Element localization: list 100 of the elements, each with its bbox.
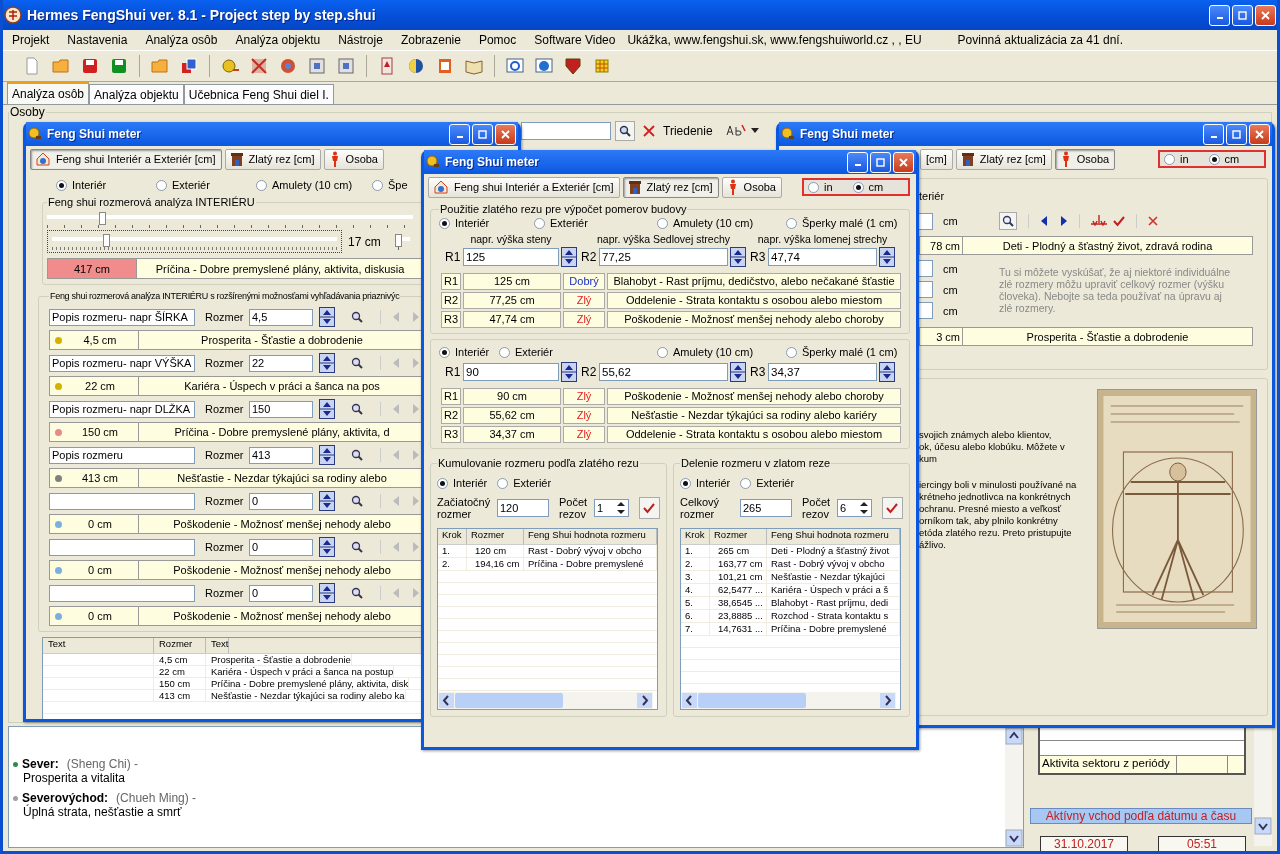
radio-dot[interactable] (657, 346, 668, 358)
radio-button[interactable]: Interiér (439, 217, 534, 229)
menu-item[interactable]: Nastavenia (60, 33, 135, 47)
radio-button[interactable]: Exteriér (156, 179, 256, 191)
close-button[interactable] (1249, 123, 1270, 145)
radio-button[interactable]: Interiér (437, 477, 488, 489)
scrollbar[interactable] (438, 692, 653, 709)
size-field[interactable]: 0 (249, 492, 313, 510)
spinner-button[interactable] (319, 353, 335, 373)
search-icon[interactable] (351, 403, 363, 415)
menu-item[interactable]: Zobrazenie (393, 33, 468, 47)
radio-dot[interactable] (786, 217, 797, 229)
menu-item[interactable]: Nástroje (331, 33, 390, 47)
description-field[interactable] (49, 584, 195, 602)
menu-item[interactable]: Analýza osôb (138, 33, 225, 47)
size-field[interactable]: 150 (249, 400, 313, 418)
size-field[interactable]: 22 (249, 354, 313, 372)
calendar-icon[interactable] (436, 57, 454, 75)
maximize-button[interactable] (1226, 123, 1247, 145)
maximize-button[interactable] (870, 151, 891, 173)
radio-dot[interactable] (534, 217, 545, 229)
grid-icon[interactable] (308, 57, 326, 75)
tab[interactable]: Feng shui Interiér a Exteriér [cm] (428, 176, 620, 198)
minimize-button[interactable] (449, 123, 470, 145)
next-icon[interactable] (1060, 216, 1068, 226)
grid-icon[interactable] (337, 57, 355, 75)
spinner-button[interactable] (319, 399, 335, 419)
menu-item[interactable]: Projekt (5, 33, 57, 47)
tab[interactable]: Zlatý rez [cm] (224, 148, 321, 170)
spinner-button[interactable] (561, 247, 577, 267)
size-field[interactable]: 0 (249, 584, 313, 602)
size-field[interactable]: 90 (463, 363, 559, 381)
description-field[interactable]: Popis rozmeru- napr VÝŠKA (49, 354, 195, 372)
spinner-button[interactable] (561, 362, 577, 382)
spinner-arrows-icon[interactable] (615, 500, 626, 516)
menu-item[interactable]: Software Video (527, 33, 623, 47)
tab[interactable]: [cm] (920, 148, 953, 170)
scrollbar[interactable] (1005, 727, 1023, 847)
radio-button[interactable]: Šperky malé (1 cm) (786, 346, 898, 358)
radio-dot[interactable] (437, 477, 448, 489)
radio-dot[interactable] (808, 181, 819, 193)
entrance-button[interactable]: Aktívny vchod podľa dátumu a času (1030, 808, 1252, 824)
radio-button[interactable]: in (808, 181, 833, 193)
radio-button[interactable]: Exteriér (499, 346, 657, 358)
radio-button[interactable]: Šperky malé (1 cm) (786, 217, 898, 229)
description-field[interactable] (49, 492, 195, 510)
radio-dot[interactable] (657, 217, 668, 229)
scrollbar[interactable] (1254, 726, 1272, 846)
spinner-button[interactable] (319, 491, 335, 511)
tab[interactable]: Analýza objektu (89, 84, 184, 104)
slider-thumb[interactable] (98, 212, 106, 225)
scrollbar[interactable] (681, 692, 896, 709)
radio-button[interactable]: Amulety (10 cm) (657, 217, 786, 229)
search-icon[interactable] (351, 587, 363, 599)
info-icon[interactable] (535, 57, 553, 75)
clear-icon[interactable] (643, 125, 655, 137)
radio-dot[interactable] (56, 179, 67, 191)
spinner-button[interactable] (319, 583, 335, 603)
copy-icon[interactable] (180, 57, 198, 75)
menu-item[interactable]: Pomoc (471, 33, 524, 47)
slider-thumb[interactable] (395, 234, 402, 247)
radio-dot[interactable] (1164, 153, 1175, 165)
shield-icon[interactable] (564, 57, 582, 75)
previous-icon[interactable] (1040, 216, 1048, 226)
search-icon[interactable] (351, 311, 363, 323)
sort-icon[interactable] (724, 123, 747, 139)
tab[interactable]: Zlatý rez [cm] (622, 176, 719, 198)
apply-button[interactable] (881, 497, 903, 519)
check-icon[interactable] (1113, 215, 1125, 227)
tab[interactable]: Osoba (1054, 148, 1116, 170)
search-button[interactable] (999, 212, 1017, 230)
menu-item[interactable]: Povinná aktualizácia za 41 dní. (950, 33, 1131, 47)
size-field[interactable]: 0 (249, 538, 313, 556)
search-icon[interactable] (351, 495, 363, 507)
size-field[interactable]: 4,5 (249, 308, 313, 326)
radio-button[interactable]: Interiér (56, 179, 156, 191)
radio-dot[interactable] (256, 179, 267, 191)
spinner-arrows-icon[interactable] (858, 500, 869, 516)
count-field[interactable]: 6 (836, 499, 872, 517)
description-field[interactable]: Popis rozmeru (49, 446, 195, 464)
radio-dot[interactable] (439, 346, 450, 358)
radio-dot[interactable] (852, 181, 864, 193)
tab[interactable]: Analýza osôb (7, 82, 90, 104)
radio-button[interactable]: cm (1208, 153, 1240, 165)
slider-thumb[interactable] (103, 234, 111, 247)
radio-dot[interactable] (1208, 153, 1220, 165)
maximize-button[interactable] (472, 123, 493, 145)
size-field[interactable]: 77,25 (599, 248, 728, 266)
split-icon[interactable] (1091, 215, 1107, 227)
search-button[interactable] (615, 121, 635, 141)
size-field[interactable]: 413 (249, 446, 313, 464)
radio-button[interactable]: Interiér (439, 346, 499, 358)
spinner-button[interactable] (319, 445, 335, 465)
caret-icon[interactable] (750, 128, 759, 134)
description-field[interactable]: Popis rozmeru- napr ŠÍRKA (49, 308, 195, 326)
spinner-button[interactable] (319, 307, 335, 327)
spinner-button[interactable] (879, 247, 895, 267)
size-field[interactable]: 120 (497, 499, 549, 517)
radio-button[interactable]: in (1164, 153, 1189, 165)
radio-button[interactable]: Špe (372, 179, 408, 191)
